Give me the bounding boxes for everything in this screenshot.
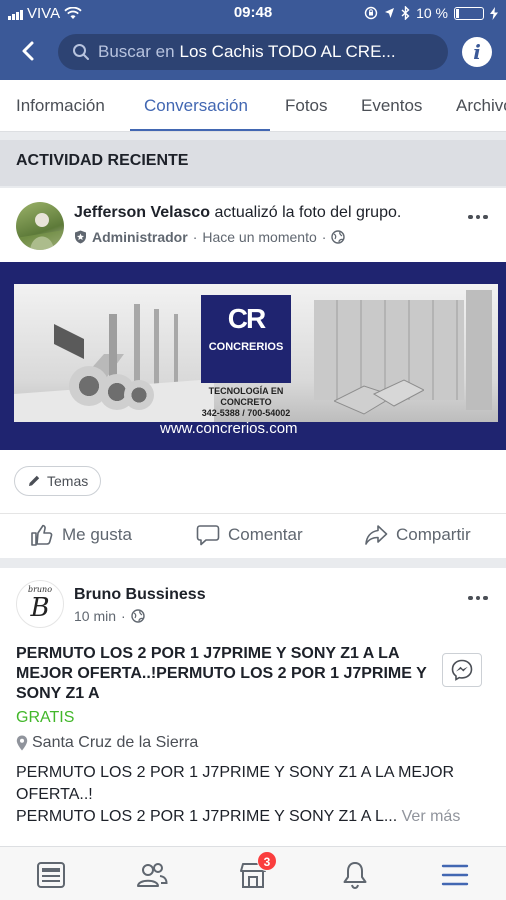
comment-button[interactable]: Comentar xyxy=(196,524,303,546)
app-header: VIVA 09:48 10 % Buscar en Los Cachis TOD… xyxy=(0,0,506,80)
logo-mark: CR xyxy=(227,303,266,334)
location-text: Santa Cruz de la Sierra xyxy=(32,734,199,751)
info-icon[interactable]: i xyxy=(462,37,492,67)
author-name[interactable]: Bruno Bussiness xyxy=(74,586,206,604)
bluetooth-icon xyxy=(401,6,410,20)
concrete-post xyxy=(466,290,492,410)
comment-bubble-icon xyxy=(196,525,220,546)
section-header: ACTIVIDAD RECIENTE xyxy=(0,140,506,186)
friends-icon[interactable] xyxy=(136,859,168,891)
battery-percent: 10 % xyxy=(416,5,448,21)
admin-shield-icon xyxy=(75,230,86,244)
post-time[interactable]: 10 min xyxy=(74,608,116,624)
logo-tagline: TECNOLOGÍA EN CONCRETO 342-5388 / 700-54… xyxy=(198,386,294,419)
description-line: PERMUTO LOS 2 POR 1 J7PRIME Y SONY Z1 A … xyxy=(16,764,455,803)
like-button[interactable]: Me gusta xyxy=(30,524,132,546)
post-actions: Me gusta Comentar Compartir xyxy=(0,513,506,553)
location-arrow-icon xyxy=(385,8,395,18)
concrete-pipe xyxy=(124,380,154,410)
messenger-icon xyxy=(451,659,473,681)
location-pin-icon xyxy=(16,735,28,751)
author-name[interactable]: Jefferson Velasco xyxy=(74,204,210,221)
search-icon xyxy=(73,44,89,60)
cover-url: www.concrerios.com xyxy=(160,420,298,437)
charging-bolt-icon xyxy=(490,6,498,20)
post-card: Jefferson Velasco actualizó la foto del … xyxy=(0,188,506,558)
logo-brand: CONCRERIOS xyxy=(208,341,284,353)
search-group-name: Los Cachis TODO AL CRE... xyxy=(179,42,396,61)
group-tabs: Información Conversación Fotos Eventos A… xyxy=(0,80,506,132)
paver-blocks xyxy=(334,379,424,415)
tab-conversacion[interactable]: Conversación xyxy=(144,96,248,116)
listing-description: PERMUTO LOS 2 POR 1 J7PRIME Y SONY Z1 A … xyxy=(16,762,491,828)
post-header-line: Jefferson Velasco actualizó la foto del … xyxy=(74,204,401,222)
meta-separator: · xyxy=(121,608,126,624)
tab-fotos[interactable]: Fotos xyxy=(285,96,328,116)
avatar[interactable] xyxy=(16,202,64,250)
topics-label: Temas xyxy=(47,473,89,489)
listing-title[interactable]: PERMUTO LOS 2 POR 1 J7PRIME Y SONY Z1 A … xyxy=(16,644,436,704)
group-cover-photo[interactable]: CR CONCRERIOS TECNOLOGÍA EN CONCRETO 342… xyxy=(0,262,506,450)
meta-separator: · xyxy=(192,229,198,245)
marketplace-post-card: bruno B Bruno Bussiness 10 min · PERMUTO… xyxy=(0,568,506,846)
share-arrow-icon xyxy=(365,525,388,545)
globe-icon xyxy=(331,230,346,244)
tab-eventos[interactable]: Eventos xyxy=(361,96,422,116)
bottom-navigation: 3 xyxy=(0,846,506,900)
meta-separator: · xyxy=(321,229,327,245)
globe-icon xyxy=(131,609,145,623)
like-label: Me gusta xyxy=(62,525,132,544)
avatar[interactable]: bruno B xyxy=(16,580,64,628)
concrerios-logo: CR CONCRERIOS xyxy=(201,295,291,383)
topics-chip[interactable]: Temas xyxy=(14,466,102,496)
tagline-phones: 342-5388 / 700-54002 xyxy=(201,408,291,418)
notification-badge: 3 xyxy=(257,851,277,871)
author-role: Administrador xyxy=(92,229,188,245)
search-placeholder: Buscar en xyxy=(98,42,175,61)
status-bar: VIVA 09:48 10 % xyxy=(0,0,506,28)
see-more-link[interactable]: Ver más xyxy=(402,808,461,825)
post-action-text: actualizó la foto del grupo. xyxy=(214,204,402,221)
listing-location: Santa Cruz de la Sierra xyxy=(16,734,198,752)
avatar-initial: B xyxy=(30,593,50,623)
tagline-text: TECNOLOGÍA EN CONCRETO xyxy=(208,386,284,407)
pencil-icon xyxy=(29,475,40,486)
description-line: PERMUTO LOS 2 POR 1 J7PRIME Y SONY Z1 A … xyxy=(16,808,398,825)
post-options-icon[interactable] xyxy=(468,212,492,222)
listing-price: GRATIS xyxy=(16,709,75,726)
post-meta: 10 min · xyxy=(74,608,145,624)
back-chevron-icon[interactable] xyxy=(14,36,44,66)
avatar-photo xyxy=(16,213,64,250)
post-time[interactable]: Hace un momento xyxy=(202,229,316,245)
active-tab-indicator xyxy=(130,129,270,131)
menu-icon[interactable] xyxy=(439,859,471,891)
orientation-lock-icon xyxy=(364,6,378,20)
share-label: Compartir xyxy=(396,525,471,544)
message-seller-button[interactable] xyxy=(442,653,482,687)
tab-archivos[interactable]: Archivos xyxy=(456,96,506,116)
battery-icon xyxy=(454,6,484,20)
post-meta: Administrador · Hace un momento · xyxy=(74,229,346,245)
group-search-input[interactable]: Buscar en Los Cachis TODO AL CRE... xyxy=(58,34,448,70)
comment-label: Comentar xyxy=(228,525,303,544)
share-button[interactable]: Compartir xyxy=(364,524,471,546)
thumbs-up-icon xyxy=(31,524,53,546)
news-feed-icon[interactable] xyxy=(35,859,67,891)
post-options-icon[interactable] xyxy=(468,593,492,603)
tab-informacion[interactable]: Información xyxy=(16,96,105,116)
marketplace-icon[interactable]: 3 xyxy=(237,851,277,891)
notifications-icon[interactable] xyxy=(339,859,371,891)
